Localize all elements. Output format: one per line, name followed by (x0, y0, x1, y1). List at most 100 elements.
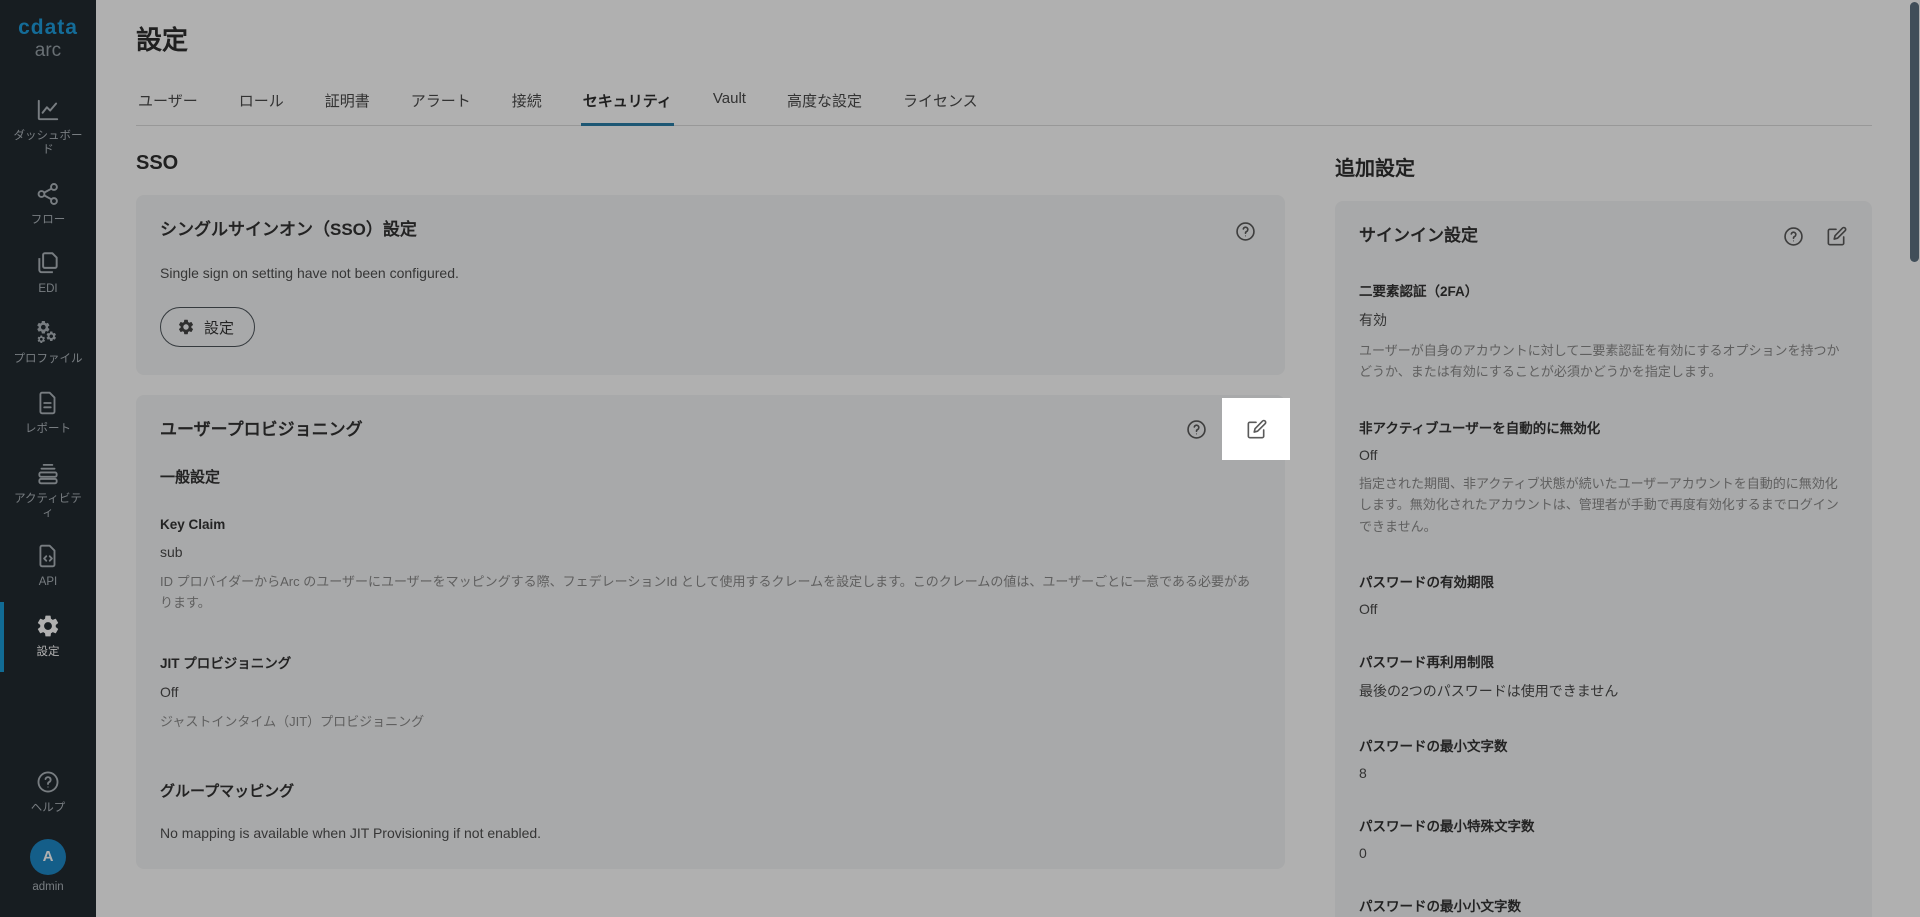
provisioning-card-title: ユーザープロビジョニング (160, 420, 363, 439)
setting-label: パスワードの最小特殊文字数 (1359, 819, 1535, 835)
sidebar-item-settings[interactable]: 設定 (0, 602, 96, 672)
sidebar-item-api[interactable]: API (0, 532, 96, 602)
report-file-icon (35, 390, 61, 416)
sso-description: Single sign on setting have not been con… (160, 265, 459, 281)
sidebar-item-label: アクティビティ (14, 492, 82, 519)
tab-security[interactable]: セキュリティ (580, 82, 674, 126)
left-column: SSO シングルサインオン（SSO）設定 Single sign on sett… (136, 126, 1290, 917)
general-settings-title: 一般設定 (160, 469, 221, 486)
signin-settings-card: サインイン設定 二要素認証（2FA） 有効 ユーザーが自身のアカウントに対して二… (1335, 201, 1872, 917)
tab-advanced[interactable]: 高度な設定 (785, 82, 864, 126)
network-section-title: ネットワークアクセス (136, 913, 1285, 917)
sidebar: cdata arc ダッシュボード フロー EDI プロファイル レポート アク… (0, 0, 96, 917)
sidebar-item-activity[interactable]: アクティビティ (0, 449, 96, 533)
avatar: A (30, 839, 66, 876)
signin-card-title: サインイン設定 (1359, 226, 1478, 245)
key-claim-help: ID プロバイダーからArc のユーザーにユーザーをマッピングする際、フェデレー… (160, 574, 1251, 610)
user-name-label: admin (32, 881, 64, 894)
setting-2fa: 二要素認証（2FA） 有効 ユーザーが自身のアカウントに対して二要素認証を有効に… (1359, 280, 1848, 383)
group-mapping-title: グループマッピング (160, 783, 295, 801)
setting-value: 有効 (1359, 312, 1387, 328)
sidebar-item-label: レポート (25, 422, 71, 435)
activity-stack-icon (35, 460, 61, 486)
right-column: 追加設定 サインイン設定 二要素認証（2FA） 有効 ユーザーが自身のアカウント… (1335, 126, 1872, 917)
setting-value: 8 (1359, 765, 1367, 782)
setting-password-expiry: パスワードの有効期限 Off (1359, 571, 1848, 617)
setting-label: パスワード再利用制限 (1359, 655, 1494, 671)
sidebar-item-reports[interactable]: レポート (0, 379, 96, 449)
provisioning-help-icon[interactable] (1185, 418, 1208, 441)
sidebar-item-edi[interactable]: EDI (0, 239, 96, 309)
sso-card: シングルサインオン（SSO）設定 Single sign on setting … (136, 195, 1285, 375)
tab-license[interactable]: ライセンス (901, 82, 980, 126)
key-claim-value: sub (160, 544, 183, 560)
setting-value: Off (1359, 601, 1378, 618)
sidebar-item-profiles[interactable]: プロファイル (0, 309, 96, 379)
api-file-code-icon (35, 543, 61, 569)
settings-gear-icon (35, 613, 61, 639)
setting-password-min-length: パスワードの最小文字数 8 (1359, 735, 1848, 781)
user-provisioning-card: ユーザープロビジョニング 一般設定 Key Claim sub ID プロバイダ… (136, 395, 1290, 870)
setting-password-min-special: パスワードの最小特殊文字数 0 (1359, 815, 1848, 861)
sidebar-item-label: フロー (30, 213, 66, 226)
tab-connections[interactable]: 接続 (510, 82, 544, 126)
tab-vault[interactable]: Vault (711, 82, 748, 126)
sso-section-title: SSO (136, 152, 179, 174)
tab-alerts[interactable]: アラート (409, 82, 473, 126)
gear-icon (178, 319, 194, 335)
tab-users[interactable]: ユーザー (136, 82, 200, 126)
group-mapping-text: No mapping is available when JIT Provisi… (160, 825, 542, 842)
cdata-arc-logo: cdata arc (18, 16, 78, 62)
setting-auto-disable: 非アクティブユーザーを自動的に無効化 Off 指定された期間、非アクティブ状態が… (1359, 417, 1848, 537)
jit-provisioning-label: JIT プロビジョニング (160, 655, 292, 671)
sidebar-item-label: プロファイル (13, 353, 83, 366)
additional-section-title: 追加設定 (1335, 158, 1415, 180)
tab-roles[interactable]: ロール (237, 82, 286, 126)
setting-label: 二要素認証（2FA） (1359, 284, 1479, 299)
sso-configure-button-label: 設定 (204, 319, 235, 337)
key-claim-label: Key Claim (160, 517, 226, 532)
signin-card-actions (1782, 225, 1848, 248)
edi-documents-icon (35, 250, 61, 276)
edit-pencil-icon (1247, 419, 1266, 438)
sso-configure-button[interactable]: 設定 (160, 307, 256, 347)
signin-edit-icon[interactable] (1825, 225, 1848, 248)
sidebar-item-user[interactable]: A admin (0, 828, 96, 907)
sidebar-item-label: ダッシュボード (13, 129, 83, 156)
setting-label: パスワードの有効期限 (1359, 575, 1494, 591)
sso-help-icon[interactable] (1234, 220, 1257, 243)
tab-certificates[interactable]: 証明書 (323, 82, 372, 126)
flow-share-icon (35, 181, 61, 207)
setting-label: パスワードの最小小文字数 (1359, 899, 1521, 915)
sidebar-item-label: ヘルプ (30, 802, 66, 815)
vertical-scrollbar-thumb[interactable] (1910, 2, 1919, 262)
provisioning-edit-spotlight[interactable] (1222, 398, 1290, 460)
sidebar-bottom: ヘルプ A admin (0, 758, 96, 917)
jit-provisioning-help: ジャストインタイム（JIT）プロビジョニング (160, 713, 425, 729)
setting-password-reuse: パスワード再利用制限 最後の2つのパスワードは使用できません (1359, 651, 1848, 701)
setting-password-min-lowercase: パスワードの最小小文字数 1 (1359, 895, 1848, 917)
profile-gears-icon (35, 320, 61, 346)
content-columns: SSO シングルサインオン（SSO）設定 Single sign on sett… (136, 126, 1872, 917)
setting-label: 非アクティブユーザーを自動的に無効化 (1359, 420, 1601, 436)
sidebar-item-dashboard[interactable]: ダッシュボード (0, 86, 96, 170)
sidebar-nav: ダッシュボード フロー EDI プロファイル レポート アクティビティ API … (0, 86, 96, 917)
sso-card-title: シングルサインオン（SSO）設定 (160, 220, 417, 239)
sidebar-item-flows[interactable]: フロー (0, 170, 96, 240)
signin-help-icon[interactable] (1782, 225, 1805, 248)
app-window: cdata arc ダッシュボード フロー EDI プロファイル レポート アク… (0, 0, 1920, 917)
jit-provisioning-value: Off (160, 683, 179, 700)
dashboard-chart-icon (35, 97, 61, 123)
setting-help: 指定された期間、非アクティブ状態が続いたユーザーアカウントを自動的に無効化します… (1359, 475, 1839, 534)
main-content: 設定 ユーザー ロール 証明書 アラート 接続 セキュリティ Vault 高度な… (96, 0, 1920, 917)
provisioning-card-actions (1185, 398, 1290, 460)
sidebar-item-label: EDI (38, 283, 58, 296)
page-title: 設定 (136, 25, 189, 55)
sidebar-item-help[interactable]: ヘルプ (0, 758, 96, 828)
settings-tabs: ユーザー ロール 証明書 アラート 接続 セキュリティ Vault 高度な設定 … (136, 82, 1872, 126)
sidebar-item-label: API (38, 576, 58, 589)
logo-arc: arc (34, 40, 62, 62)
logo-cdata: cdata (18, 16, 78, 39)
sidebar-item-label: 設定 (36, 646, 60, 659)
